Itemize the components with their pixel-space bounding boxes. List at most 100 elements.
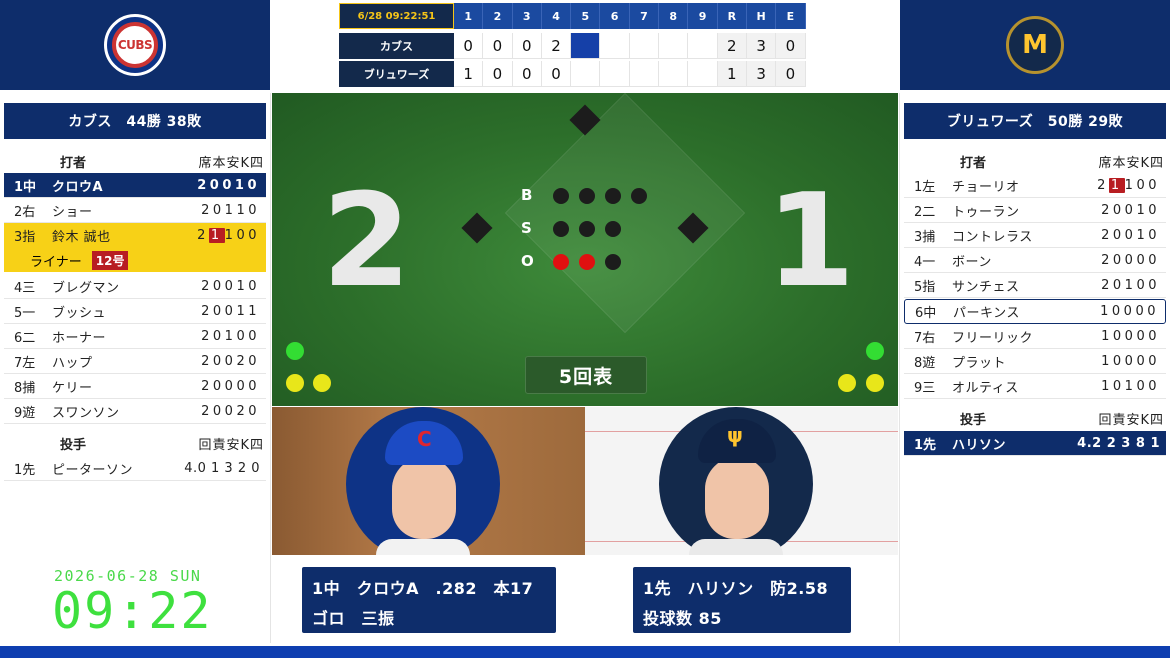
ball-light	[605, 188, 621, 204]
ball-light	[631, 188, 647, 204]
batter-row-highlight[interactable]: 3指 鈴木 誠也 2 1 100	[4, 223, 266, 248]
batter-stats: 20000	[201, 378, 260, 394]
batter-row[interactable]: 7右 フリーリック 10000	[904, 324, 1166, 349]
hits-total: 3	[746, 61, 777, 87]
cubs-logo-text: CUBS	[112, 22, 158, 68]
batter-order: 8捕	[14, 380, 36, 396]
batter-row[interactable]: 6二 ホーナー 20100	[4, 324, 266, 349]
cubs-cap-logo-icon: C	[417, 427, 432, 451]
homerun-highlight: 1	[1108, 177, 1125, 193]
inning-score: 1	[454, 61, 484, 87]
errors-total: 0	[776, 33, 806, 59]
yellow-indicator-light	[286, 374, 304, 392]
pitcher-name: ピーターソン	[52, 462, 134, 478]
inning-score	[688, 33, 718, 59]
batter-row[interactable]: 5一 ブッシュ 20011	[4, 299, 266, 324]
batter-row[interactable]: 4一 ボーン 20000	[904, 248, 1166, 273]
inning-score	[600, 61, 630, 87]
stat-part: 100	[224, 228, 260, 243]
play-result-row: ライナー 12号	[4, 248, 266, 272]
batter-stats: 2 1 100	[1070, 177, 1166, 193]
batter-name: オルティス	[952, 380, 1019, 396]
errors-total: 0	[776, 61, 806, 87]
inning-score: 0	[541, 61, 572, 87]
inning-score: 0	[512, 33, 542, 59]
batter-row[interactable]: 9三 オルティス 10100	[904, 374, 1166, 399]
batter-name: ハップ	[52, 355, 93, 371]
batter-face	[392, 457, 456, 539]
pitcher-order: 1先	[14, 462, 36, 478]
batter-row[interactable]: 8捕 ケリー 20000	[4, 374, 266, 399]
inning-score	[629, 33, 660, 59]
inning-score	[659, 33, 689, 59]
batter-row[interactable]: 5指 サンチェス 20100	[904, 273, 1166, 298]
inning-score: 0	[483, 61, 513, 87]
batter-row-current[interactable]: 1中 クロウA 20010	[4, 173, 266, 198]
batter-row[interactable]: 7左 ハップ 20020	[4, 349, 266, 374]
batter-info-line1: 1中 クロウA .282 本17	[312, 579, 534, 598]
ball-light	[579, 188, 595, 204]
batter-order: 3指	[14, 230, 36, 245]
runs-header: R	[717, 3, 747, 29]
panel-divider	[899, 93, 900, 643]
pitcher-header-label: 投手	[60, 437, 87, 453]
batter-name: プラット	[952, 355, 1007, 371]
inning-header: 9	[688, 3, 718, 29]
clock-time: 09:22	[52, 582, 213, 640]
batter-row[interactable]: 2二 トゥーラン 20010	[904, 198, 1166, 223]
batter-row-on-deck[interactable]: 6中 パーキンス 10000	[904, 299, 1166, 324]
batter-row[interactable]: 3捕 コントレラス 20010	[904, 223, 1166, 248]
strike-light	[605, 221, 621, 237]
green-indicator-light	[866, 342, 884, 360]
batter-row[interactable]: 1左 チョーリオ 2 1 100	[904, 173, 1166, 198]
strike-light	[553, 221, 569, 237]
linescore-header: 6/28 09:22:51 1 2 3 4 5 6 7 8 9 R H E	[339, 3, 806, 29]
batter-name: ショー	[52, 204, 93, 220]
away-pitcher-header: 投手 回責安K四	[4, 432, 266, 454]
brewers-cap-logo-icon: ψ	[727, 423, 743, 447]
batter-row[interactable]: 4三 ブレグマン 20010	[4, 274, 266, 299]
inning-score: 0	[454, 33, 484, 59]
yellow-indicator-light	[866, 374, 884, 392]
batter-order: 9遊	[14, 405, 36, 421]
batter-stats: 20100	[201, 328, 260, 344]
balls-label: B	[521, 186, 533, 204]
yellow-indicator-light	[838, 374, 856, 392]
away-team-record: カブス 44勝 38敗	[4, 103, 266, 139]
homerun-badge: 12号	[91, 250, 129, 270]
hits-total: 3	[746, 33, 777, 59]
batter-order: 9三	[914, 380, 936, 396]
batter-name: フリーリック	[952, 330, 1034, 346]
batter-photo: C	[272, 407, 585, 555]
cubs-logo: CUBS	[104, 14, 166, 76]
strikes-label: S	[521, 219, 532, 237]
inning-header: 4	[541, 3, 572, 29]
inning-score	[629, 61, 660, 87]
batter-name: コントレラス	[952, 229, 1033, 245]
inning-indicator: 5回表	[525, 356, 647, 394]
batter-stats: 10000	[1101, 328, 1160, 344]
ball-light	[553, 188, 569, 204]
pitcher-header-stats: 回責安K四	[1098, 412, 1164, 428]
away-score: 2	[322, 167, 412, 316]
batter-order: 3捕	[914, 229, 936, 245]
batter-name: クロウA	[52, 179, 104, 195]
batter-order: 7左	[14, 355, 36, 371]
hits-header: H	[746, 3, 777, 29]
pitcher-row[interactable]: 1先 ピーターソン 4.0 1 3 2 0	[4, 456, 266, 481]
pitcher-row-current[interactable]: 1先 ハリソン 4.2 2 3 8 1	[904, 431, 1166, 456]
batter-row[interactable]: 8遊 プラット 10000	[904, 349, 1166, 374]
batter-row[interactable]: 9遊 スワンソン 20020	[4, 399, 266, 424]
home-score: 1	[766, 167, 856, 316]
batter-stats: 10100	[1101, 378, 1160, 394]
batter-header-stats: 席本安K四	[1098, 155, 1164, 171]
batter-row[interactable]: 2右 ショー 20110	[4, 198, 266, 223]
homerun-highlight: 1	[208, 228, 225, 243]
batter-stats: 20020	[201, 353, 260, 369]
inning-score	[600, 33, 630, 59]
brewers-logo-text: M	[1022, 30, 1048, 60]
inning-header: 1	[454, 3, 484, 29]
pitcher-info-line2: 投球数 85	[643, 609, 722, 628]
stat-part: 2	[197, 228, 209, 243]
pitcher-photo: ψ	[585, 407, 898, 555]
